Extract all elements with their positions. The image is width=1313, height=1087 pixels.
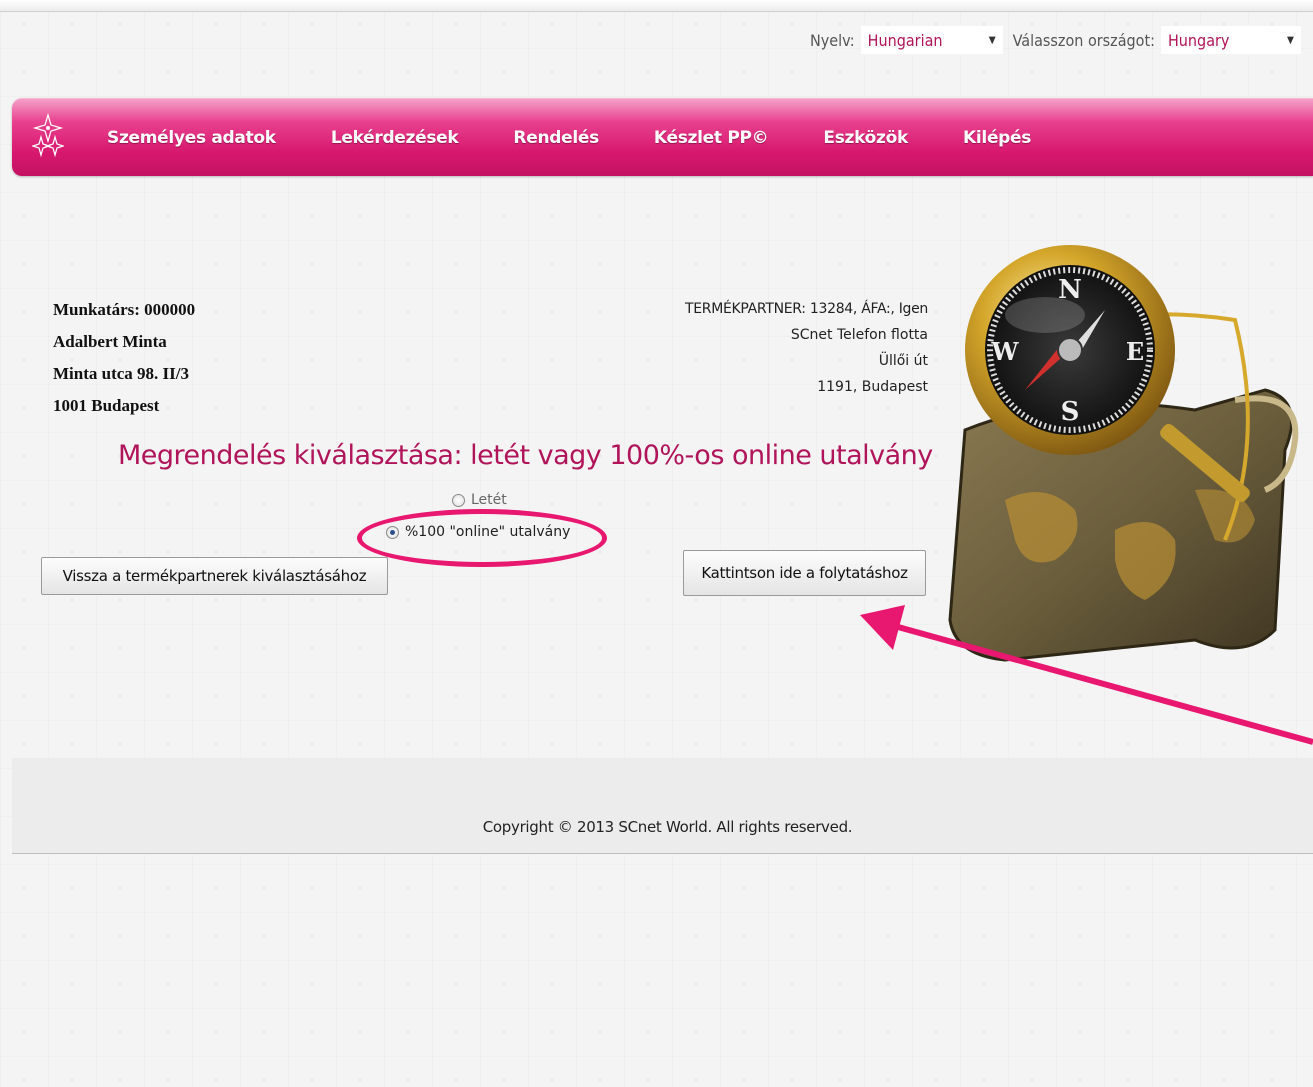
svg-text:E: E	[1126, 337, 1144, 366]
member-info: Munkatárs: 000000 Adalbert Minta Minta u…	[53, 294, 195, 422]
nav-personal-data[interactable]: Személyes adatok	[107, 128, 276, 148]
sparkle-logo-icon	[32, 113, 64, 158]
partner-name: SCnet Telefon flotta	[790, 327, 928, 343]
nav-stock[interactable]: Készlet PP©	[654, 128, 769, 148]
nav-logout[interactable]: Kilépés	[963, 128, 1031, 148]
partner-city: 1191, Budapest	[817, 379, 928, 395]
footer	[12, 758, 1313, 854]
nav-tools[interactable]: Eszközök	[823, 128, 908, 148]
language-select[interactable]: Hungarian ▼	[860, 26, 1003, 54]
page-title: Megrendelés kiválasztása: letét vagy 100…	[118, 440, 933, 471]
svg-text:W: W	[991, 337, 1020, 366]
partner-info: TERMÉKPARTNER: 13284, ÁFA:, Igen SCnet T…	[685, 296, 928, 400]
locale-selector-bar: Nyelv: Hungarian ▼ Válasszon országot: H…	[810, 26, 1301, 54]
back-button[interactable]: Vissza a termékpartnerek kiválasztásához	[41, 557, 388, 595]
radio-option-online[interactable]: %100 "online" utalvány	[386, 524, 570, 540]
radio-option-letet[interactable]: Letét	[452, 492, 507, 508]
continue-button[interactable]: Kattintson ide a folytatáshoz	[683, 550, 926, 596]
copyright-text: Copyright © 2013 SCnet World. All rights…	[482, 818, 853, 836]
member-id: Munkatárs: 000000	[53, 300, 196, 319]
partner-id: TERMÉKPARTNER: 13284, ÁFA:, Igen	[684, 301, 928, 317]
compass-map-illustration: N S W E	[948, 245, 1299, 662]
member-city: 1001 Budapest	[53, 396, 160, 415]
country-select-value: Hungary	[1167, 30, 1230, 50]
nav-order[interactable]: Rendelés	[513, 128, 599, 148]
member-street: Minta utca 98. II/3	[53, 364, 189, 383]
chevron-down-icon: ▼	[1287, 34, 1294, 46]
svg-text:S: S	[1061, 397, 1080, 427]
browser-top-edge	[0, 0, 1313, 12]
radio-label: %100 "online" utalvány	[405, 524, 571, 540]
radio-button-selected[interactable]	[386, 525, 399, 539]
language-label: Nyelv:	[810, 30, 855, 50]
main-navbar: Személyes adatok Lekérdezések Rendelés K…	[12, 98, 1313, 176]
partner-street: Üllői út	[878, 353, 928, 369]
member-name: Adalbert Minta	[53, 332, 167, 351]
chevron-down-icon: ▼	[988, 34, 996, 46]
country-select[interactable]: Hungary ▼	[1160, 26, 1301, 54]
nav-queries[interactable]: Lekérdezések	[331, 128, 459, 148]
radio-label: Letét	[471, 492, 507, 508]
country-label: Válasszon országot:	[1012, 30, 1155, 50]
radio-button[interactable]	[452, 493, 465, 507]
language-select-value: Hungarian	[867, 30, 943, 50]
